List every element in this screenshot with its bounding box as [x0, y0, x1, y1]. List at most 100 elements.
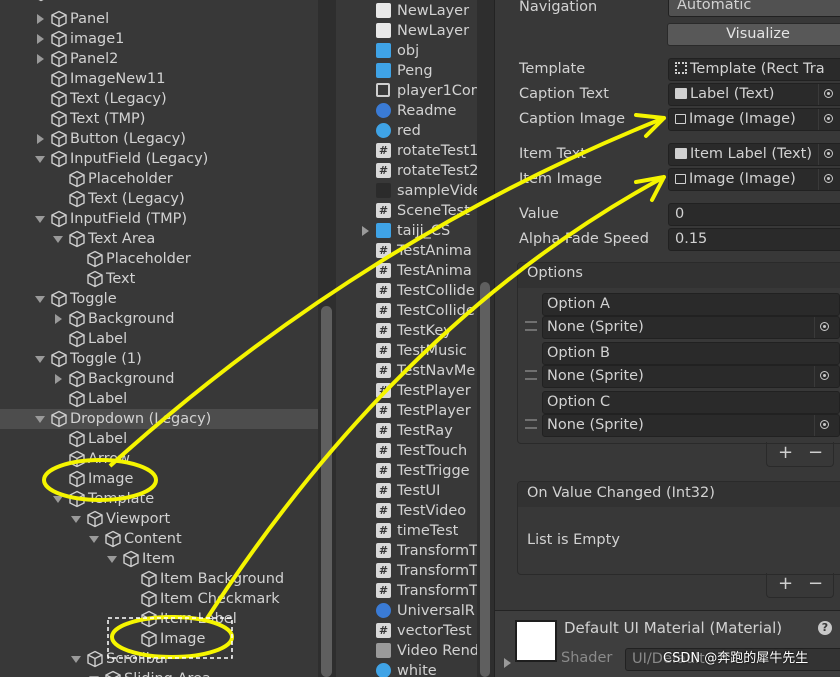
hierarchy-item[interactable]: Item: [0, 549, 318, 569]
project-asset-item[interactable]: # rotateTest2: [336, 161, 477, 181]
hierarchy-item[interactable]: Background: [0, 369, 318, 389]
foldout-collapsed-icon[interactable]: [362, 226, 369, 236]
object-picker-icon[interactable]: [814, 415, 835, 436]
project-asset-item[interactable]: # TransformT: [336, 561, 477, 581]
project-asset-item[interactable]: # TestCollide: [336, 301, 477, 321]
hierarchy-item[interactable]: Panel: [0, 9, 318, 29]
hierarchy-item[interactable]: image1: [0, 29, 318, 49]
material-foldout-arrow-icon[interactable]: [504, 658, 511, 668]
project-asset-item[interactable]: # TestKey: [336, 321, 477, 341]
hierarchy-item[interactable]: Viewport: [0, 509, 318, 529]
foldout-expanded-icon[interactable]: [89, 536, 99, 543]
hierarchy-item[interactable]: Scrollbar: [0, 649, 318, 669]
project-asset-item[interactable]: # TestPlayer: [336, 381, 477, 401]
foldout-collapsed-icon[interactable]: [37, 14, 44, 24]
hierarchy-item[interactable]: Image: [0, 629, 318, 649]
project-asset-item[interactable]: # TestUI: [336, 481, 477, 501]
project-asset-item[interactable]: taiji_CS: [336, 221, 477, 241]
foldout-expanded-icon[interactable]: [53, 236, 63, 243]
option-sprite-field[interactable]: None (Sprite): [542, 316, 840, 339]
hierarchy-item[interactable]: Toggle: [0, 289, 318, 309]
navigation-dropdown[interactable]: Automatic: [668, 0, 840, 17]
object-picker-icon[interactable]: [818, 169, 839, 190]
hierarchy-item[interactable]: InputField (Legacy): [0, 149, 318, 169]
project-asset-item[interactable]: # vectorTest: [336, 621, 477, 641]
project-asset-item[interactable]: white: [336, 661, 477, 677]
foldout-collapsed-icon[interactable]: [37, 54, 44, 64]
project-asset-item[interactable]: Video Rend: [336, 641, 477, 661]
project-asset-item[interactable]: # SceneTest: [336, 201, 477, 221]
project-asset-item[interactable]: # TransformT: [336, 581, 477, 601]
project-asset-item[interactable]: player1Con: [336, 81, 477, 101]
option-sprite-field[interactable]: None (Sprite): [542, 414, 840, 437]
hierarchy-item[interactable]: InputField (TMP): [0, 209, 318, 229]
hierarchy-item[interactable]: Label: [0, 389, 318, 409]
foldout-collapsed-icon[interactable]: [55, 314, 62, 324]
object-picker-icon[interactable]: [814, 366, 835, 387]
project-asset-item[interactable]: Readme: [336, 101, 477, 121]
alpha-fade-speed-input[interactable]: 0.15: [668, 228, 840, 251]
object-picker-icon[interactable]: [818, 144, 839, 165]
project-asset-item[interactable]: UniversalR: [336, 601, 477, 621]
project-asset-item[interactable]: # TestNavMe: [336, 361, 477, 381]
hierarchy-item[interactable]: Content: [0, 529, 318, 549]
hierarchy-item[interactable]: Template: [0, 489, 318, 509]
project-asset-item[interactable]: NewLayer: [336, 21, 477, 41]
caption-image-field[interactable]: Image (Image): [668, 108, 840, 131]
project-scrollbar-thumb[interactable]: [480, 282, 490, 677]
hierarchy-item[interactable]: Text: [0, 269, 318, 289]
project-asset-item[interactable]: NewLayer: [336, 1, 477, 21]
hierarchy-item[interactable]: Text (TMP): [0, 109, 318, 129]
option-sprite-field[interactable]: None (Sprite): [542, 365, 840, 388]
foldout-expanded-icon[interactable]: [35, 416, 45, 423]
item-image-field[interactable]: Image (Image): [668, 168, 840, 191]
hierarchy-item[interactable]: Text Area: [0, 229, 318, 249]
add-event-button[interactable]: +: [778, 573, 793, 594]
foldout-expanded-icon[interactable]: [35, 296, 45, 303]
hierarchy-item[interactable]: Placeholder: [0, 169, 318, 189]
value-input[interactable]: 0: [668, 203, 840, 226]
template-field[interactable]: Template (Rect Tra: [668, 58, 840, 81]
project-asset-item[interactable]: Peng: [336, 61, 477, 81]
hierarchy-scrollbar-thumb[interactable]: [321, 306, 332, 677]
hierarchy-item[interactable]: Label: [0, 429, 318, 449]
item-text-field[interactable]: Item Label (Text): [668, 143, 840, 166]
remove-event-button[interactable]: −: [808, 573, 823, 594]
foldout-expanded-icon[interactable]: [35, 216, 45, 223]
help-icon[interactable]: ?: [818, 621, 832, 635]
foldout-collapsed-icon[interactable]: [37, 34, 44, 44]
hierarchy-item[interactable]: Background: [0, 309, 318, 329]
hierarchy-item[interactable]: Toggle (1): [0, 349, 318, 369]
project-asset-item[interactable]: # TestVideo: [336, 501, 477, 521]
foldout-expanded-icon[interactable]: [71, 516, 81, 523]
project-asset-item[interactable]: # TestTrigge: [336, 461, 477, 481]
option-text-input[interactable]: Option C: [542, 391, 840, 414]
hierarchy-item[interactable]: Sliding Area: [0, 669, 318, 677]
project-asset-item[interactable]: # TestAnima: [336, 261, 477, 281]
project-asset-item[interactable]: # TestRay: [336, 421, 477, 441]
foldout-collapsed-icon[interactable]: [37, 134, 44, 144]
project-asset-item[interactable]: # rotateTest1: [336, 141, 477, 161]
hierarchy-item[interactable]: Dropdown (Legacy): [0, 409, 318, 429]
reorder-handle-icon[interactable]: [525, 419, 537, 429]
foldout-expanded-icon[interactable]: [71, 656, 81, 663]
foldout-expanded-icon[interactable]: [53, 496, 63, 503]
options-header[interactable]: Options: [518, 263, 840, 288]
caption-text-field[interactable]: Label (Text): [668, 83, 840, 106]
foldout-expanded-icon[interactable]: [35, 356, 45, 363]
object-picker-icon[interactable]: [818, 84, 839, 105]
visualize-button[interactable]: Visualize: [667, 23, 840, 46]
add-option-button[interactable]: +: [778, 442, 793, 463]
hierarchy-item[interactable]: Text (Legacy): [0, 189, 318, 209]
project-asset-item[interactable]: obj: [336, 41, 477, 61]
hierarchy-item[interactable]: Arrow: [0, 449, 318, 469]
project-asset-item[interactable]: # TestAnima: [336, 241, 477, 261]
hierarchy-item[interactable]: ImageNew11: [0, 69, 318, 89]
hierarchy-item[interactable]: Canvas: [0, 0, 318, 3]
project-asset-item[interactable]: # TestPlayer: [336, 401, 477, 421]
reorder-handle-icon[interactable]: [525, 370, 537, 380]
project-asset-item[interactable]: # timeTest: [336, 521, 477, 541]
project-asset-item[interactable]: # TestMusic: [336, 341, 477, 361]
hierarchy-item[interactable]: Text (Legacy): [0, 89, 318, 109]
object-picker-icon[interactable]: [818, 109, 839, 130]
